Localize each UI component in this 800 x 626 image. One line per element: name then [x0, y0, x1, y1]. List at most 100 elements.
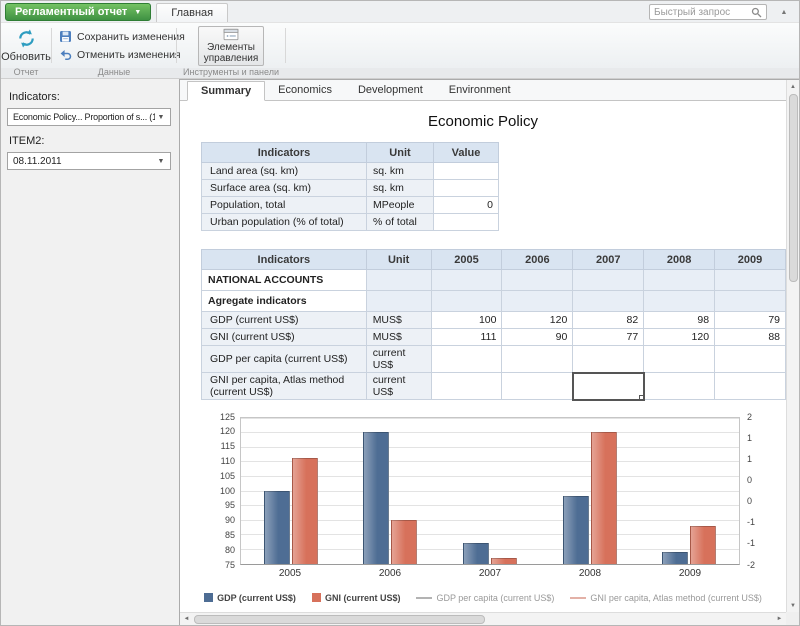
value-cell[interactable]: 98	[644, 312, 715, 329]
value-cell[interactable]: 88	[715, 329, 786, 346]
value-cell[interactable]	[644, 291, 715, 312]
scroll-up-button[interactable]: ▲	[787, 80, 800, 93]
legend-label: GNI per capita, Atlas method (current US…	[590, 593, 762, 603]
value-cell[interactable]	[502, 291, 573, 312]
value-cell[interactable]	[715, 291, 786, 312]
save-changes-button[interactable]: Сохранить изменения	[59, 30, 185, 43]
value-cell[interactable]	[431, 270, 502, 291]
table-row: GNI per capita, Atlas method (current US…	[202, 373, 786, 400]
value-cell[interactable]	[502, 346, 573, 373]
scroll-down-button[interactable]: ▼	[787, 599, 800, 612]
value-cell[interactable]	[434, 180, 499, 197]
legend-item-gni: GNI (current US$)	[312, 593, 401, 603]
value-cell[interactable]: 120	[644, 329, 715, 346]
chart-bar	[264, 491, 290, 564]
unit-cell	[366, 291, 431, 312]
bar-group-2006	[362, 418, 418, 564]
horizontal-scrollbar[interactable]: ◄ ►	[180, 612, 786, 625]
chart-bar	[690, 526, 716, 564]
value-cell[interactable]: 90	[502, 329, 573, 346]
chart-bar	[391, 520, 417, 564]
value-cell[interactable]	[434, 163, 499, 180]
sidebar: Indicators: Economic Policy... Proportio…	[1, 79, 179, 625]
value-cell[interactable]	[431, 373, 502, 400]
save-icon	[59, 30, 72, 43]
value-cell[interactable]: 111	[431, 329, 502, 346]
value-cell[interactable]	[644, 373, 715, 400]
value-cell[interactable]	[431, 291, 502, 312]
tab-home[interactable]: Главная	[156, 3, 228, 22]
table-row: Urban population (% of total) % of total	[202, 214, 499, 231]
item2-combo-value: 08.11.2011	[13, 156, 155, 167]
value-cell[interactable]	[644, 346, 715, 373]
scroll-left-button[interactable]: ◄	[180, 613, 193, 626]
axis-tick-label: 95	[225, 500, 235, 510]
indicators-combo[interactable]: Economic Policy... Proportion of s... (1…	[7, 108, 171, 126]
value-cell[interactable]	[431, 346, 502, 373]
undo-changes-button[interactable]: Отменить изменения	[59, 48, 181, 61]
value-cell[interactable]	[573, 291, 644, 312]
scroll-right-button[interactable]: ►	[773, 613, 786, 626]
legend-swatch-line	[570, 597, 586, 599]
group-separator	[285, 28, 286, 63]
chart-x-labels: 20052006200720082009	[240, 565, 740, 579]
section-row: NATIONAL ACCOUNTS	[202, 270, 786, 291]
arrow-left-icon: ◄	[184, 616, 190, 622]
section-row: Agregate indicators	[202, 291, 786, 312]
tab-summary[interactable]: Summary	[187, 81, 265, 101]
axis-tick-label: 90	[225, 515, 235, 525]
undo-changes-label: Отменить изменения	[77, 49, 181, 61]
value-cell[interactable]: 120	[502, 312, 573, 329]
indicators-label: Indicators:	[9, 91, 171, 103]
indicator-cell: Urban population (% of total)	[202, 214, 367, 231]
chart-bar	[563, 496, 589, 563]
tab-development[interactable]: Development	[345, 80, 436, 100]
vertical-scrollbar[interactable]: ▲ ▼	[786, 80, 799, 612]
value-cell[interactable]: 79	[715, 312, 786, 329]
horizontal-scroll-thumb[interactable]	[194, 615, 485, 624]
indicators-combo-value: Economic Policy... Proportion of s... (1	[13, 112, 155, 122]
legend-item-gni-per-capita: GNI per capita, Atlas method (current US…	[570, 593, 762, 603]
unit-cell: current US$	[366, 346, 431, 373]
value-cell[interactable]: 82	[573, 312, 644, 329]
chart-axis-right: 21100-1-1-2	[740, 417, 766, 565]
value-cell[interactable]	[644, 270, 715, 291]
axis-tick-label: -1	[747, 538, 755, 548]
quick-search-box[interactable]	[649, 4, 767, 20]
axis-tick-label: 105	[220, 471, 235, 481]
tab-environment[interactable]: Environment	[436, 80, 524, 100]
collapse-ribbon-button[interactable]: ▲	[775, 4, 793, 20]
indicator-cell: Agregate indicators	[202, 291, 367, 312]
table-row: GNI (current US$) MUS$ 111 90 77 120 88	[202, 329, 786, 346]
value-cell[interactable]	[715, 373, 786, 400]
refresh-button[interactable]: Обновить	[0, 26, 55, 65]
report-panel: Summary Economics Development Environmen…	[179, 79, 799, 625]
arrow-right-icon: ►	[777, 616, 783, 622]
value-cell[interactable]	[502, 373, 573, 400]
report-menu-button[interactable]: Регламентный отчет ▼	[5, 3, 151, 21]
item2-combo[interactable]: 08.11.2011 ▼	[7, 152, 171, 170]
undo-icon	[59, 48, 72, 61]
indicator-cell: GNI per capita, Atlas method (current US…	[202, 373, 367, 400]
value-cell[interactable]	[434, 214, 499, 231]
unit-cell: MPeople	[367, 197, 434, 214]
value-cell[interactable]: 100	[431, 312, 502, 329]
value-cell[interactable]	[573, 346, 644, 373]
value-cell[interactable]: 77	[573, 329, 644, 346]
search-input[interactable]	[654, 7, 747, 18]
value-cell[interactable]: 0	[434, 197, 499, 214]
value-cell[interactable]	[715, 270, 786, 291]
axis-tick-label: 120	[220, 426, 235, 436]
value-cell[interactable]	[715, 346, 786, 373]
chart-bar	[591, 432, 617, 563]
control-elements-button[interactable]: Элементы управления	[198, 26, 264, 66]
x-axis-label: 2006	[362, 568, 418, 579]
value-cell[interactable]	[573, 270, 644, 291]
vertical-scroll-thumb[interactable]	[789, 94, 798, 282]
x-axis-label: 2009	[662, 568, 718, 579]
value-cell[interactable]	[502, 270, 573, 291]
item2-label: ITEM2:	[9, 135, 171, 147]
col-header-unit: Unit	[366, 250, 431, 270]
selected-cell[interactable]	[573, 373, 644, 400]
tab-economics[interactable]: Economics	[265, 80, 345, 100]
